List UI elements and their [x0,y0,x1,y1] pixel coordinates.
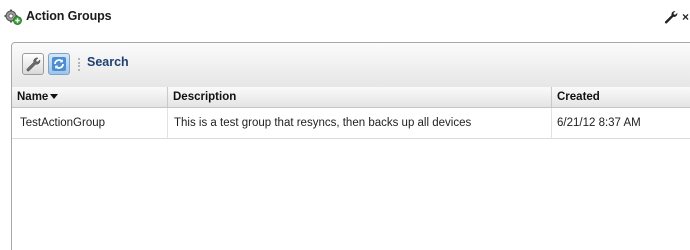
column-header-description[interactable]: Description [168,87,552,107]
table-row[interactable]: TestActionGroup This is a test group tha… [12,108,690,139]
toolbar-separator [78,58,82,71]
settings-button[interactable] [22,53,44,75]
cell-created: 6/21/12 8:37 AM [557,117,641,129]
action-groups-page: Action Groups × Search Name Description … [0,0,690,250]
column-header-label: Name [17,91,49,103]
page-title: Action Groups [26,9,112,23]
refresh-button[interactable] [48,53,70,75]
search-link[interactable]: Search [87,55,129,69]
cell-name: TestActionGroup [12,108,168,138]
wrench-icon [26,57,41,72]
cell-description: This is a test group that resyncs, then … [168,108,552,138]
page-header: Action Groups × [0,0,690,32]
refresh-icon [52,57,66,71]
toolbar: Search [12,43,690,88]
wrench-icon[interactable] [664,10,678,24]
column-header-name[interactable]: Name [12,87,168,107]
sort-desc-icon [50,94,59,100]
header-tools: × [664,9,690,25]
column-header-label: Description [173,91,237,103]
close-icon[interactable]: × [682,10,690,24]
column-header-created[interactable]: Created [552,87,690,107]
gear-plus-icon [4,9,22,25]
table-header: Name Description Created [12,87,690,108]
action-groups-panel: Search Name Description Created TestActi… [11,42,690,250]
column-header-label: Created [557,91,600,103]
